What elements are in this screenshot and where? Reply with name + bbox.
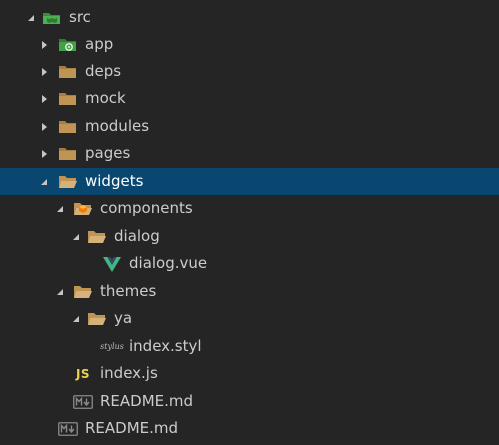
folder-open-icon <box>87 223 107 250</box>
tree-item-src[interactable]: src <box>0 4 499 31</box>
markdown-icon <box>73 388 93 415</box>
folder-open-icon <box>58 168 78 195</box>
tree-item-index-js[interactable]: JS index.js <box>0 360 499 387</box>
tree-item-deps[interactable]: deps <box>0 58 499 85</box>
tree-item-label: dialog.vue <box>129 254 208 272</box>
stylus-icon: stylus <box>100 333 124 360</box>
chevron-down-icon[interactable] <box>25 4 37 31</box>
tree-item-ya[interactable]: ya <box>0 305 499 332</box>
app-folder-icon <box>58 31 78 58</box>
chevron-right-icon[interactable] <box>38 58 50 85</box>
vue-icon <box>102 250 122 277</box>
tree-item-label: src <box>69 8 91 26</box>
tree-item-label: README.md <box>100 392 194 410</box>
js-icon: JS <box>73 360 93 387</box>
tree-item-label: mock <box>85 89 126 107</box>
components-folder-icon <box>73 195 93 222</box>
tree-item-widgets[interactable]: widgets <box>0 168 499 195</box>
tree-item-label: ya <box>114 309 133 327</box>
tree-item-app[interactable]: app <box>0 31 499 58</box>
tree-item-label: app <box>85 35 114 53</box>
folder-open-icon <box>87 305 107 332</box>
tree-item-dialog[interactable]: dialog <box>0 223 499 250</box>
folder-icon <box>58 85 78 112</box>
folder-icon <box>58 58 78 85</box>
markdown-icon <box>58 415 78 442</box>
tree-item-pages[interactable]: pages <box>0 140 499 167</box>
tree-item-modules[interactable]: modules <box>0 113 499 140</box>
tree-item-label: index.js <box>100 364 158 382</box>
tree-item-components[interactable]: components <box>0 195 499 222</box>
tree-item-label: index.styl <box>129 337 202 355</box>
chevron-down-icon[interactable] <box>38 168 50 195</box>
tree-item-label: deps <box>85 62 122 80</box>
tree-item-label: themes <box>100 282 157 300</box>
chevron-right-icon[interactable] <box>38 140 50 167</box>
src-folder-icon <box>42 4 62 31</box>
file-explorer-tree: src app deps mock modules pages widgets … <box>0 0 499 445</box>
tree-item-label: pages <box>85 144 131 162</box>
chevron-down-icon[interactable] <box>54 195 66 222</box>
tree-item-readme-widgets[interactable]: README.md <box>0 388 499 415</box>
tree-item-index-styl[interactable]: stylus index.styl <box>0 333 499 360</box>
tree-item-dialog-vue[interactable]: dialog.vue <box>0 250 499 277</box>
tree-item-readme-src[interactable]: README.md <box>0 415 499 442</box>
chevron-right-icon[interactable] <box>38 113 50 140</box>
tree-item-label: README.md <box>85 419 179 437</box>
tree-item-themes[interactable]: themes <box>0 278 499 305</box>
chevron-down-icon[interactable] <box>70 305 82 332</box>
chevron-down-icon[interactable] <box>70 223 82 250</box>
chevron-down-icon[interactable] <box>54 278 66 305</box>
stylus-icon-text: stylus <box>100 342 124 351</box>
js-icon-text: JS <box>75 366 91 381</box>
tree-item-label: modules <box>85 117 150 135</box>
folder-icon <box>58 140 78 167</box>
chevron-right-icon[interactable] <box>38 85 50 112</box>
folder-open-icon <box>73 278 93 305</box>
chevron-right-icon[interactable] <box>38 31 50 58</box>
tree-item-label: dialog <box>114 227 160 245</box>
folder-icon <box>58 113 78 140</box>
tree-item-label: components <box>100 199 193 217</box>
tree-item-label: widgets <box>85 172 144 190</box>
tree-item-mock[interactable]: mock <box>0 85 499 112</box>
